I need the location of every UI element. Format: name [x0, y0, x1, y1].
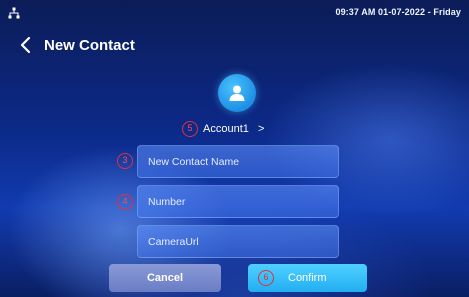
number-field[interactable]	[137, 185, 339, 218]
avatar[interactable]	[218, 74, 256, 112]
header: New Contact	[0, 30, 469, 60]
person-icon	[229, 85, 245, 101]
contact-name-field[interactable]	[137, 145, 339, 178]
status-datetime: 09:37 AM 01-07-2022 - Friday	[335, 7, 461, 17]
account-label: Account1	[203, 123, 249, 135]
chevron-left-icon[interactable]	[18, 36, 34, 54]
camera-url-input[interactable]	[138, 226, 338, 257]
network-icon	[8, 6, 20, 19]
step-badge-account: 5	[182, 121, 198, 137]
step-badge-confirm: 6	[258, 270, 274, 286]
step-badge-name: 3	[117, 153, 133, 169]
camera-url-field[interactable]	[137, 225, 339, 258]
account-selector[interactable]: 5 Account1 >	[182, 119, 292, 139]
confirm-button[interactable]: 6 Confirm	[248, 264, 367, 292]
screen: 09:37 AM 01-07-2022 - Friday New Contact…	[0, 0, 469, 297]
chevron-right-icon: >	[258, 123, 265, 135]
contact-name-input[interactable]	[138, 146, 338, 177]
cancel-button-label: Cancel	[146, 272, 184, 284]
confirm-button-label: Confirm	[288, 272, 327, 284]
cancel-button[interactable]: Cancel	[109, 264, 221, 292]
number-input[interactable]	[138, 186, 338, 217]
step-badge-number: 4	[117, 194, 133, 210]
page-title: New Contact	[44, 37, 135, 54]
status-bar: 09:37 AM 01-07-2022 - Friday	[0, 0, 469, 26]
